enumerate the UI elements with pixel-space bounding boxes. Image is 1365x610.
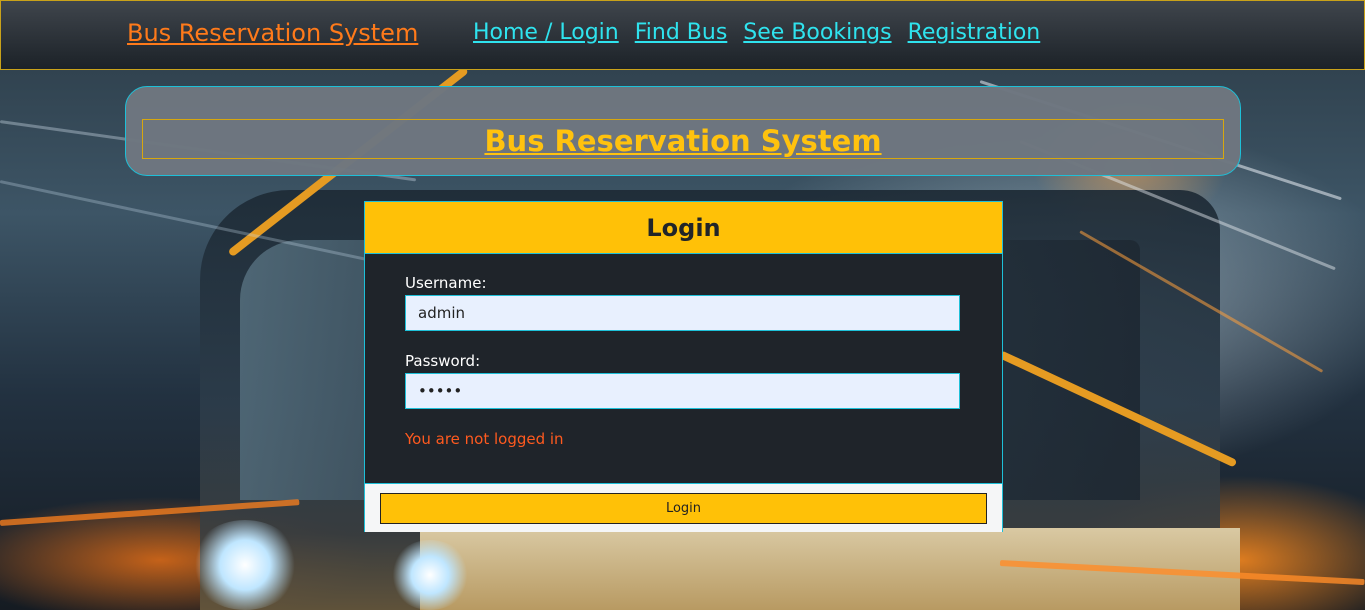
login-card-header: Login bbox=[365, 202, 1002, 254]
username-input[interactable]: admin bbox=[405, 295, 960, 331]
login-button[interactable]: Login bbox=[380, 493, 987, 524]
nav-link-find-bus[interactable]: Find Bus bbox=[635, 20, 728, 45]
nav-link-registration[interactable]: Registration bbox=[908, 20, 1041, 45]
password-input[interactable]: ••••• bbox=[405, 373, 960, 409]
username-label: Username: bbox=[405, 274, 487, 292]
login-status-message: You are not logged in bbox=[405, 430, 564, 448]
title-banner-inner: Bus Reservation System bbox=[142, 119, 1224, 159]
login-card-title: Login bbox=[646, 214, 721, 242]
login-card: Login Username: admin Password: ••••• Yo… bbox=[364, 201, 1003, 532]
top-navbar: Bus Reservation System Home / Login Find… bbox=[0, 0, 1365, 70]
password-label: Password: bbox=[405, 352, 481, 370]
login-card-footer: Login bbox=[365, 483, 1002, 532]
headlight-glow bbox=[390, 540, 470, 610]
nav-links: Home / Login Find Bus See Bookings Regis… bbox=[473, 20, 1040, 45]
title-banner: Bus Reservation System bbox=[125, 86, 1241, 176]
page-title: Bus Reservation System bbox=[484, 124, 882, 158]
nav-link-home-login[interactable]: Home / Login bbox=[473, 20, 619, 45]
headlight-glow bbox=[190, 520, 300, 610]
brand-link[interactable]: Bus Reservation System bbox=[127, 19, 418, 47]
nav-link-see-bookings[interactable]: See Bookings bbox=[743, 20, 891, 45]
